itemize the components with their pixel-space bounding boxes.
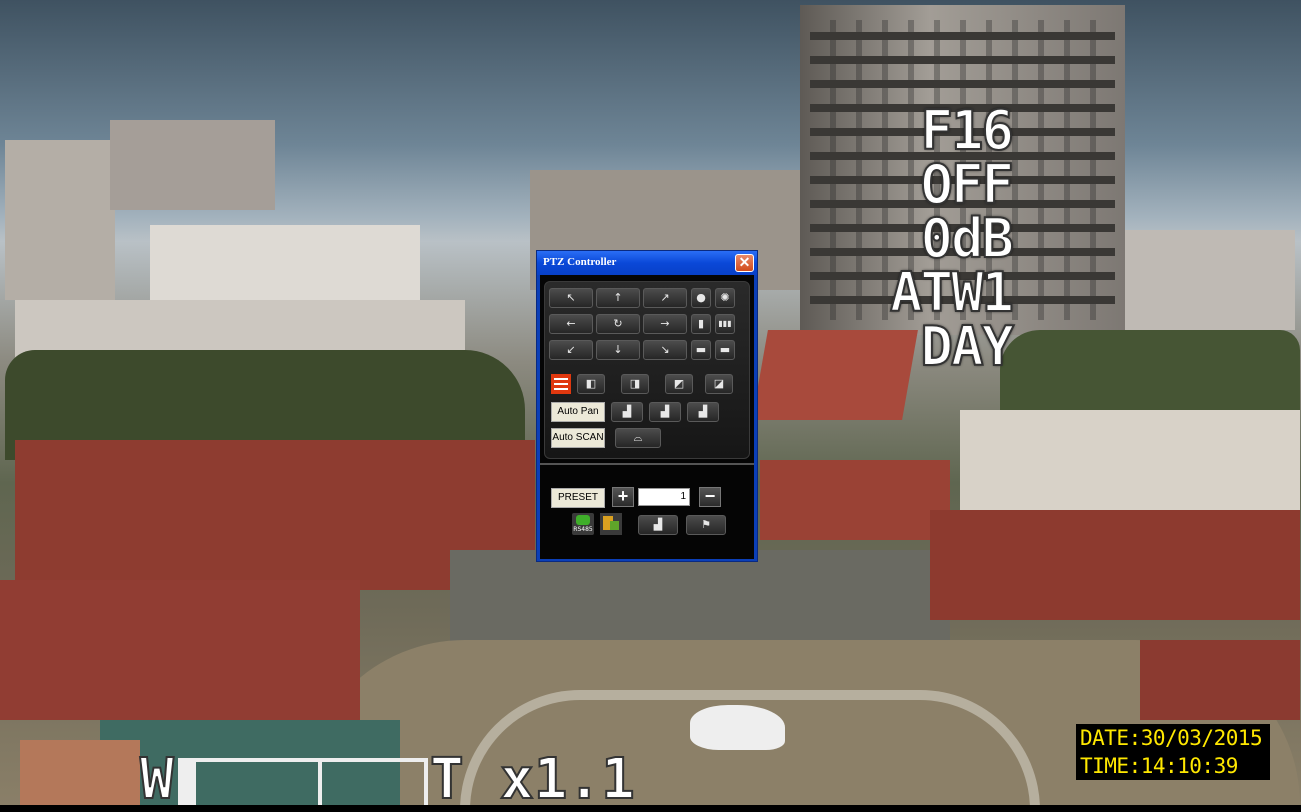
osd-menu-exit-icon[interactable]: ◪ [705,374,733,394]
osd-menu-right-icon[interactable]: ◨ [621,374,649,394]
preset-plus-button[interactable]: + [612,487,634,507]
osd-gain: 0dB [919,207,1015,270]
iris-close-icon[interactable]: ▬ [715,340,735,360]
building [5,140,115,300]
ptz-body: ↖ ↑ ↗ ● ✺ ← ↻ → ▮ ▮▮▮ ↙ ↓ ↘ ▬ ▬ ◧ ◨ ◩ ◪ … [540,275,754,559]
roof [930,510,1300,620]
zoom-bar [178,758,428,805]
preset-goto-icon[interactable]: ⚑ [686,515,726,535]
settings-icon[interactable] [600,513,622,535]
building [1110,230,1295,330]
rs485-label: RS485 [573,526,593,533]
rs485-icon[interactable]: RS485 [572,513,594,535]
osd-time: TIME:14:10:39 [1080,754,1238,778]
auto-pan-stop-icon[interactable]: ▟ [649,402,681,422]
menu-icon[interactable] [551,374,571,394]
iris-open-icon[interactable]: ▬ [691,340,711,360]
zoom-tele-label: T [429,747,465,812]
osd-status: F16 OFF 0dB ATW1 DAY [862,99,1015,378]
building [450,550,950,650]
preset-button[interactable]: PRESET [551,488,605,508]
osd-white-balance: ATW1 [889,261,1015,324]
auto-pan-set-icon[interactable]: ▟ [687,402,719,422]
zoom-indicator [182,762,196,805]
tilt-down-button[interactable]: ↓ [596,340,640,360]
preset-number-input[interactable]: 1 [638,488,690,506]
osd-mode: DAY [919,315,1015,378]
osd-date: DATE:30/03/2015 [1080,726,1263,750]
zoom-wide-label: W [139,747,175,812]
pan-up-right-button[interactable]: ↗ [643,288,687,308]
osd-datetime: DATE:30/03/2015 TIME:14:10:39 [1076,724,1270,780]
pan-down-left-button[interactable]: ↙ [549,340,593,360]
preset-minus-button[interactable]: − [699,487,721,507]
close-button[interactable]: ✕ [735,254,754,272]
osd-blc: OFF [919,153,1015,216]
roof [0,580,360,720]
pan-right-button[interactable]: → [643,314,687,334]
ptz-control-panel: ↖ ↑ ↗ ● ✺ ← ↻ → ▮ ▮▮▮ ↙ ↓ ↘ ▬ ▬ ◧ ◨ ◩ ◪ … [544,281,750,459]
sculpture [690,705,785,750]
auto-pan-start-icon[interactable]: ▟ [611,402,643,422]
roof [1140,640,1300,720]
pan-left-button[interactable]: ← [549,314,593,334]
auto-scan-button[interactable]: Auto SCAN [551,428,605,448]
building [960,410,1300,510]
building [110,120,275,210]
building [150,225,420,310]
ptz-title-bar[interactable]: PTZ Controller ✕ [537,251,757,275]
zoom-in-icon[interactable]: ▮ [691,314,711,334]
focus-near-button[interactable]: ● [691,288,711,308]
zoom-value: x1.1 [499,747,636,812]
osd-menu-left-icon[interactable]: ◧ [577,374,605,394]
osd-iris: F16 [919,99,1015,162]
preset-set-icon[interactable]: ▟ [638,515,678,535]
pan-down-right-button[interactable]: ↘ [643,340,687,360]
home-button[interactable]: ↻ [596,314,640,334]
tilt-up-button[interactable]: ↑ [596,288,640,308]
divider [540,463,754,465]
roof [760,460,950,540]
roof [20,740,140,805]
auto-pan-button[interactable]: Auto Pan [551,402,605,422]
ptz-controller-window: PTZ Controller ✕ ↖ ↑ ↗ ● ✺ ← ↻ → ▮ ▮▮▮ ↙… [536,250,758,562]
zoom-out-icon[interactable]: ▮▮▮ [715,314,735,334]
zoom-marker [318,762,322,805]
pan-up-left-button[interactable]: ↖ [549,288,593,308]
ptz-title: PTZ Controller [543,256,617,268]
wiper-icon[interactable]: ⌓ [615,428,661,448]
focus-far-button[interactable]: ✺ [715,288,735,308]
osd-menu-enter-icon[interactable]: ◩ [665,374,693,394]
